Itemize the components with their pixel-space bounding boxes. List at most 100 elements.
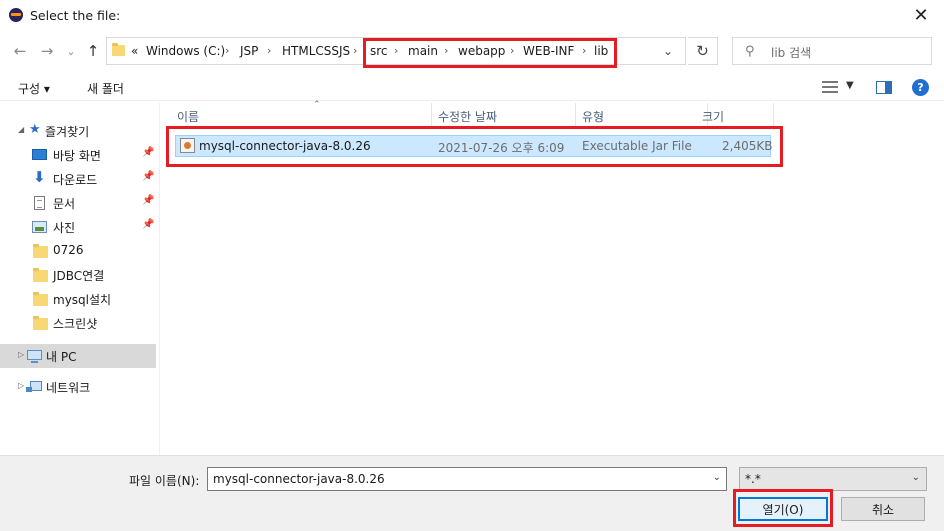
sidebar-item-label: 즐겨찾기 (45, 125, 90, 139)
pin-icon[interactable]: 📌 (142, 219, 154, 230)
breadcrumb-separator[interactable]: › (225, 44, 229, 57)
chevron-down-icon[interactable]: ⌄ (713, 472, 721, 483)
open-button[interactable]: 열기(O) (738, 497, 828, 521)
sidebar-item-label: 네트워크 (46, 381, 91, 395)
breadcrumb-main[interactable]: main (408, 44, 438, 58)
sort-ascending-icon: ⌃ (313, 100, 321, 110)
breadcrumb-htmlcssjs[interactable]: HTMLCSSJS (282, 44, 350, 58)
title-bar: Select the file: ✕ (0, 0, 944, 31)
sidebar-item-screenshots[interactable]: 스크린샷 (0, 311, 156, 335)
view-options-icon[interactable] (822, 81, 838, 93)
cancel-button[interactable]: 취소 (841, 497, 925, 521)
organize-button[interactable]: 구성 ▾ (18, 80, 50, 97)
pin-icon[interactable]: 📌 (142, 147, 154, 158)
breadcrumb-jsp[interactable]: JSP (240, 44, 258, 58)
breadcrumb-web-inf[interactable]: WEB-INF (523, 44, 574, 58)
forward-button[interactable]: → (36, 39, 58, 63)
breadcrumb-overflow[interactable]: « (131, 44, 138, 58)
pin-icon[interactable]: 📌 (142, 171, 154, 182)
breadcrumb-separator[interactable]: › (353, 44, 357, 57)
file-size: 2,405KB (722, 139, 773, 153)
star-icon: ★ (29, 122, 41, 137)
breadcrumb-separator[interactable]: › (444, 44, 448, 57)
sidebar-item-label: 내 PC (46, 350, 77, 364)
sidebar-item-label: 0726 (53, 243, 84, 257)
up-button[interactable]: ↑ (82, 39, 104, 63)
filetype-select[interactable]: *.* ⌄ (739, 467, 927, 491)
search-icon: ⚲ (745, 44, 755, 59)
window-title: Select the file: (30, 8, 121, 23)
file-row[interactable]: mysql-connector-java-8.0.26 2021-07-26 오… (175, 135, 773, 157)
sidebar-item-label: JDBC연결 (53, 269, 105, 283)
recent-locations-button[interactable]: ⌄ (60, 39, 82, 63)
file-name: mysql-connector-java-8.0.26 (199, 139, 371, 153)
command-bar: 구성 ▾ 새 폴더 ▼ ? (0, 74, 944, 101)
network-icon (26, 381, 42, 392)
chevron-down-icon[interactable]: ◢ (18, 125, 24, 134)
sidebar-item-label: mysql설치 (53, 293, 112, 307)
breadcrumb-separator[interactable]: › (582, 44, 586, 57)
preview-pane-icon[interactable] (876, 81, 892, 94)
column-header-name[interactable]: ⌃ 이름 (177, 100, 432, 126)
folder-icon (33, 316, 48, 330)
column-header-type[interactable]: 유형 (582, 103, 708, 126)
folder-icon (33, 244, 48, 258)
sidebar-item-network[interactable]: ▷ 네트워크 (0, 375, 156, 399)
breadcrumb-separator[interactable]: › (267, 44, 271, 57)
sidebar-item-documents[interactable]: 문서 📌 (0, 191, 156, 215)
breadcrumb-lib[interactable]: lib (594, 44, 608, 58)
jar-file-icon (180, 138, 195, 153)
view-dropdown[interactable]: ▼ (846, 80, 854, 91)
pin-icon[interactable]: 📌 (142, 195, 154, 206)
address-dropdown[interactable]: ⌄ (663, 44, 673, 58)
sidebar-item-quick-access[interactable]: ◢ ★ 즐겨찾기 (0, 119, 156, 143)
close-button[interactable]: ✕ (898, 0, 944, 31)
search-box[interactable]: ⚲ lib 검색 (732, 37, 932, 65)
folder-icon (33, 268, 48, 282)
breadcrumb-webapp[interactable]: webapp (458, 44, 505, 58)
sidebar-item-label: 문서 (53, 197, 76, 211)
breadcrumb-separator[interactable]: › (510, 44, 514, 57)
breadcrumb-src[interactable]: src (370, 44, 388, 58)
eclipse-icon (9, 8, 23, 22)
sidebar-item-label: 스크린샷 (53, 317, 98, 331)
sidebar-item-label: 사진 (53, 221, 76, 235)
file-dialog: Select the file: ✕ ← → ⌄ ↑ « Windows (C:… (0, 0, 944, 531)
sidebar-item-0726[interactable]: 0726 (0, 239, 156, 263)
pictures-icon (32, 221, 47, 233)
chevron-right-icon[interactable]: ▷ (18, 350, 24, 359)
sidebar-item-jdbc[interactable]: JDBC연결 (0, 263, 156, 287)
breadcrumb-windows-c[interactable]: Windows (C:) (146, 44, 225, 58)
file-list: ⌃ 이름 수정한 날짜 유형 크기 mysql-connector-java-8… (161, 100, 944, 455)
back-button[interactable]: ← (9, 39, 31, 63)
sidebar-item-downloads[interactable]: ⬇ 다운로드 📌 (0, 167, 156, 191)
filetype-value: *.* (745, 472, 761, 486)
address-bar[interactable]: « Windows (C:) › JSP › HTMLCSSJS › src ›… (106, 37, 686, 65)
sidebar-item-mysql[interactable]: mysql설치 (0, 287, 156, 311)
desktop-icon (32, 149, 47, 160)
navigation-pane: ◢ ★ 즐겨찾기 바탕 화면 📌 ⬇ 다운로드 📌 문서 📌 사진 📌 0726 (0, 103, 160, 455)
document-icon (34, 196, 45, 210)
dialog-footer: 파일 이름(N): mysql-connector-java-8.0.26 ⌄ … (0, 455, 944, 531)
column-header-modified[interactable]: 수정한 날짜 (438, 103, 576, 126)
computer-icon (27, 350, 42, 363)
sidebar-item-desktop[interactable]: 바탕 화면 📌 (0, 143, 156, 167)
filename-value: mysql-connector-java-8.0.26 (213, 472, 385, 486)
sidebar-item-label: 바탕 화면 (53, 149, 101, 163)
help-icon[interactable]: ? (912, 79, 929, 96)
breadcrumb-separator[interactable]: › (394, 44, 398, 57)
sidebar-item-this-pc[interactable]: ▷ 내 PC (0, 344, 156, 368)
file-type: Executable Jar File (582, 139, 692, 153)
search-placeholder: lib 검색 (771, 46, 812, 60)
sidebar-item-pictures[interactable]: 사진 📌 (0, 215, 156, 239)
chevron-right-icon[interactable]: ▷ (18, 381, 24, 390)
refresh-button[interactable]: ↻ (688, 37, 718, 65)
folder-icon (112, 43, 125, 56)
filename-input[interactable]: mysql-connector-java-8.0.26 ⌄ (207, 467, 727, 491)
download-icon: ⬇ (33, 168, 46, 186)
column-header-size[interactable]: 크기 (702, 103, 774, 126)
filename-label: 파일 이름(N): (129, 474, 200, 488)
sidebar-item-label: 다운로드 (53, 173, 98, 187)
new-folder-button[interactable]: 새 폴더 (87, 80, 124, 97)
chevron-down-icon[interactable]: ⌄ (912, 472, 920, 483)
